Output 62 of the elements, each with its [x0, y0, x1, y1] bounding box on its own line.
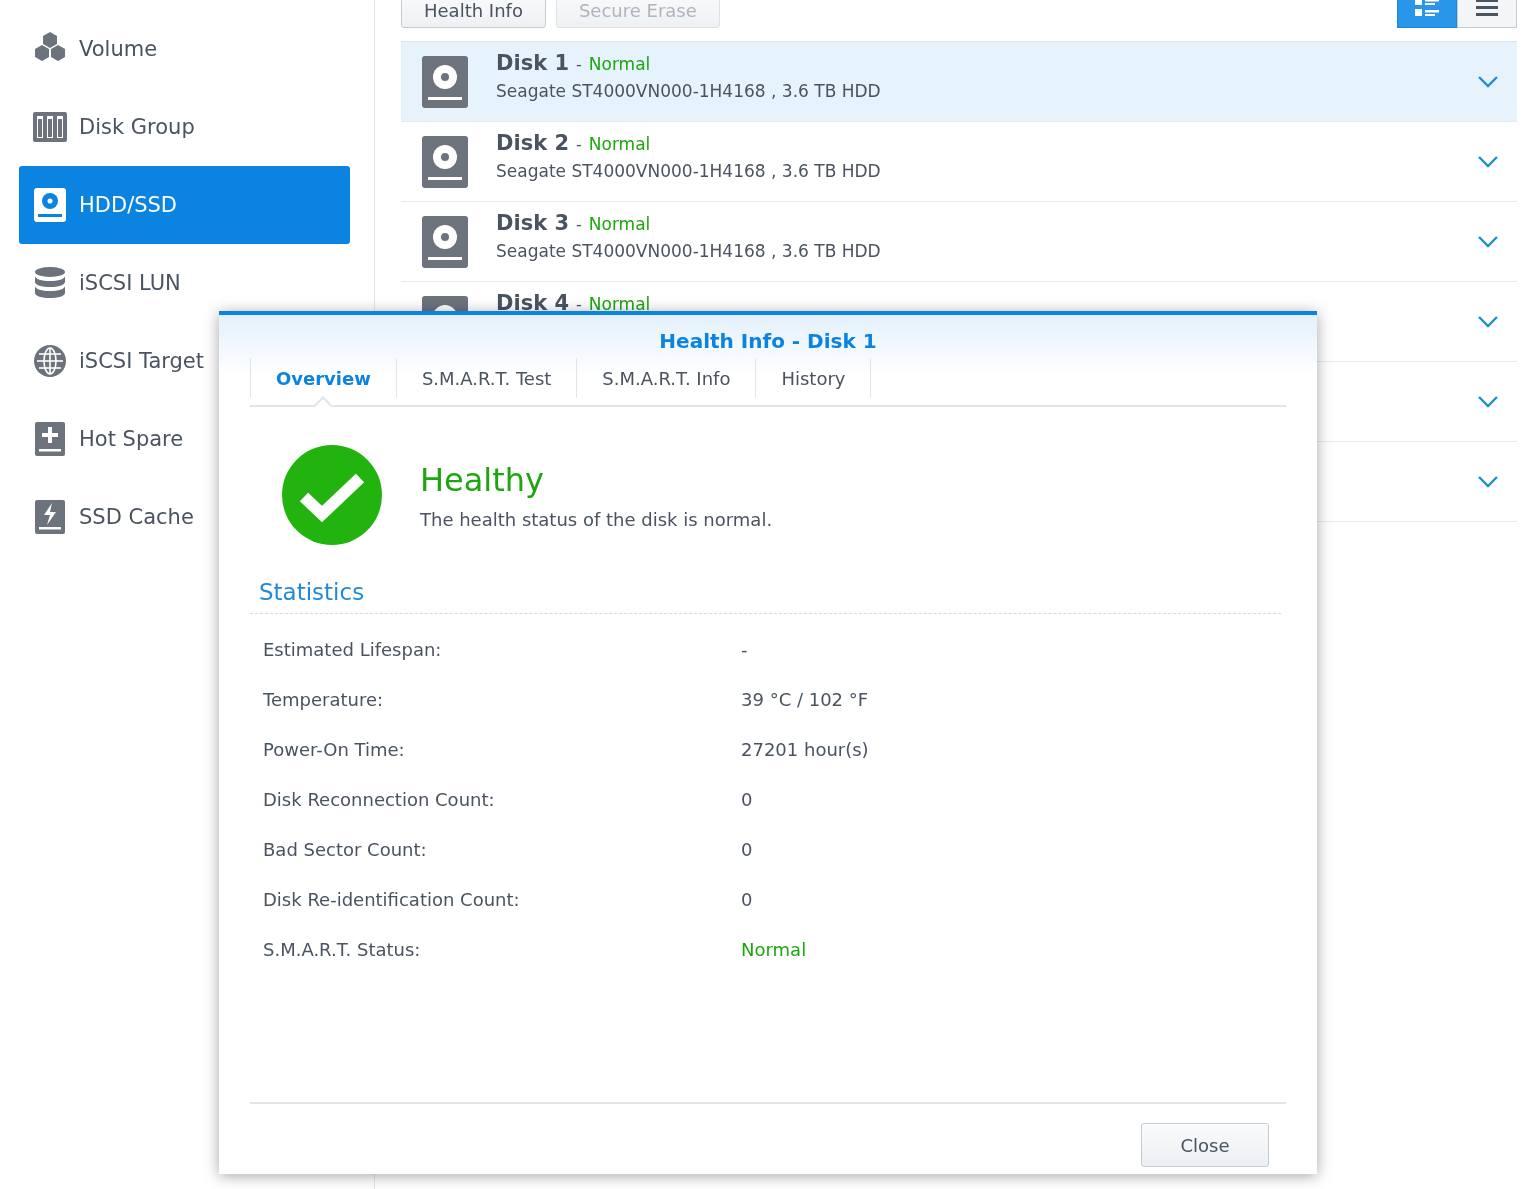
database-icon	[32, 265, 68, 301]
globe-icon	[32, 343, 68, 379]
close-button[interactable]: Close	[1141, 1123, 1269, 1167]
sidebar-item[interactable]: HDD/SSD	[19, 166, 350, 244]
tab[interactable]: History	[756, 358, 872, 398]
stat-value: 0	[741, 788, 753, 810]
chevron-down-icon[interactable]	[1477, 154, 1499, 169]
stat-label: Temperature:	[263, 688, 385, 710]
chevron-down-icon[interactable]	[1477, 74, 1499, 89]
disk-status: Normal	[588, 134, 651, 154]
stat-label: S.M.A.R.T. Status:	[263, 938, 422, 960]
disk-row[interactable]: Disk 2 - Normal Seagate ST4000VN000-1H4168 , 3.6 TB HDD	[401, 122, 1517, 202]
chevron-down-icon[interactable]	[1477, 234, 1499, 249]
disk-name: Disk 3	[496, 211, 570, 235]
separator-dash: -	[576, 295, 582, 314]
separator-dash: -	[576, 135, 582, 154]
stat-value: -	[741, 638, 748, 660]
stat-label: Disk Reconnection Count:	[263, 788, 496, 810]
sidebar-item[interactable]: SSD Cache	[19, 478, 350, 556]
section-title: Statistics	[250, 579, 1281, 614]
sidebar-item[interactable]: iSCSI LUN	[19, 244, 350, 322]
stat-value: Normal	[741, 938, 807, 960]
stat-label: Bad Sector Count:	[263, 838, 428, 860]
view-toggle-button[interactable]	[1397, 0, 1457, 28]
disk-status: Normal	[588, 294, 651, 314]
health-description: The health status of the disk is normal.	[420, 508, 773, 530]
disk-name: Disk 1	[496, 51, 570, 75]
disk-name: Disk 4	[496, 291, 570, 315]
chevron-down-icon[interactable]	[1477, 394, 1499, 409]
stat-label: Power-On Time:	[263, 738, 406, 760]
sidebar-item[interactable]: Volume	[19, 10, 350, 88]
tab[interactable]: Overview	[250, 358, 397, 398]
disk-model: Seagate ST4000VN000-1H4168 , 3.6 TB HDD	[496, 161, 881, 181]
stat-value: 0	[741, 838, 753, 860]
stat-value: 0	[741, 888, 753, 910]
stat-label: Estimated Lifespan:	[263, 638, 443, 660]
tab[interactable]: S.M.A.R.T. Info	[577, 358, 757, 398]
sidebar-item[interactable]: Disk Group	[19, 88, 350, 166]
disk-row[interactable]: Disk 1 - Normal Seagate ST4000VN000-1H4168 , 3.6 TB HDD	[401, 42, 1517, 122]
disk-group-icon	[32, 109, 68, 145]
menu-icon	[1474, 0, 1500, 17]
check-circle-icon	[282, 445, 382, 545]
detail-view-icon	[1414, 0, 1440, 17]
disk-status: Normal	[588, 214, 651, 234]
tab[interactable]: S.M.A.R.T. Test	[396, 358, 578, 398]
disk-row[interactable]: Disk 3 - Normal Seagate ST4000VN000-1H4168 , 3.6 TB HDD	[401, 202, 1517, 282]
chevron-down-icon[interactable]	[1477, 474, 1499, 489]
view-toggle-button[interactable]	[1457, 0, 1517, 28]
disk-name: Disk 2	[496, 131, 570, 155]
health-status: Healthy	[420, 460, 545, 499]
chevron-down-icon[interactable]	[1477, 314, 1499, 329]
disk-model: Seagate ST4000VN000-1H4168 , 3.6 TB HDD	[496, 241, 881, 261]
stat-value: 27201 hour(s)	[741, 738, 869, 760]
disk-status: Normal	[588, 54, 651, 74]
toolbar-button[interactable]: Health Info	[401, 0, 546, 28]
separator-dash: -	[576, 55, 582, 74]
stat-value: 39 °C / 102 °F	[741, 688, 869, 710]
dialog-title: Health Info - Disk 1	[659, 329, 877, 353]
stat-label: Disk Re-identification Count:	[263, 888, 521, 910]
disk-model: Seagate ST4000VN000-1H4168 , 3.6 TB HDD	[496, 81, 881, 101]
sidebar-item[interactable]: Hot Spare	[19, 400, 350, 478]
separator-dash: -	[576, 215, 582, 234]
